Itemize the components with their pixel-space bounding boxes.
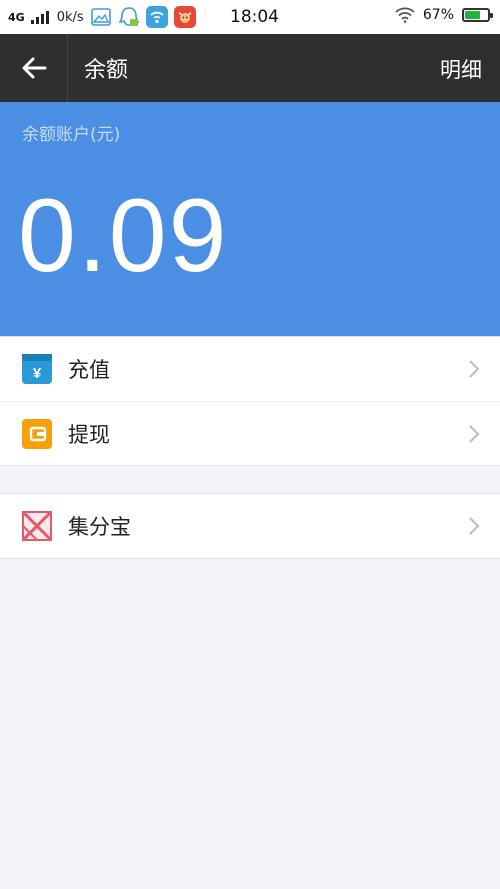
jifenbao-item[interactable]: 集分宝: [0, 494, 500, 558]
jifenbao-label: 集分宝: [68, 515, 131, 539]
back-button[interactable]: [0, 34, 68, 102]
balance-card: 余额账户(元) 0.09: [0, 102, 500, 336]
chevron-right-icon: [469, 425, 480, 443]
network-speed: 0k/s: [56, 9, 84, 25]
status-bar: 4G 0k/s 18:04 67%: [0, 0, 500, 34]
wifi-icon: [395, 7, 415, 23]
chevron-right-icon: [469, 360, 480, 378]
qq-icon: [118, 6, 140, 28]
wifi-app-icon: [145, 6, 168, 28]
wallet-icon: [22, 418, 52, 449]
details-button[interactable]: 明细: [440, 54, 482, 84]
page-title: 余额: [84, 58, 129, 83]
chevron-right-icon: [469, 517, 480, 535]
balance-label: 余额账户(元): [22, 125, 121, 145]
jifenbao-icon: [22, 511, 52, 541]
withdraw-item[interactable]: 提现: [0, 401, 500, 465]
battery-percent: 67%: [422, 7, 454, 23]
battery-level: [465, 11, 480, 19]
recharge-label: 充值: [68, 358, 110, 382]
balance-value: 0.09: [18, 178, 229, 294]
signal-icon: [30, 10, 49, 24]
recharge-item[interactable]: ¥ 充值: [0, 337, 500, 401]
recharge-icon: ¥: [22, 354, 52, 384]
battery-icon: [462, 8, 493, 22]
svg-text:¥: ¥: [33, 365, 42, 382]
gallery-icon: [90, 6, 112, 28]
points-actions: 集分宝: [0, 493, 500, 559]
balance-actions: ¥ 充值 提现: [0, 336, 500, 466]
back-arrow-icon: [22, 57, 46, 79]
network-type: 4G: [8, 10, 25, 24]
cow-app-icon: [173, 6, 196, 28]
withdraw-label: 提现: [68, 422, 110, 447]
clock: 18:04: [230, 7, 279, 27]
app-header: 余额 明细: [0, 34, 500, 102]
